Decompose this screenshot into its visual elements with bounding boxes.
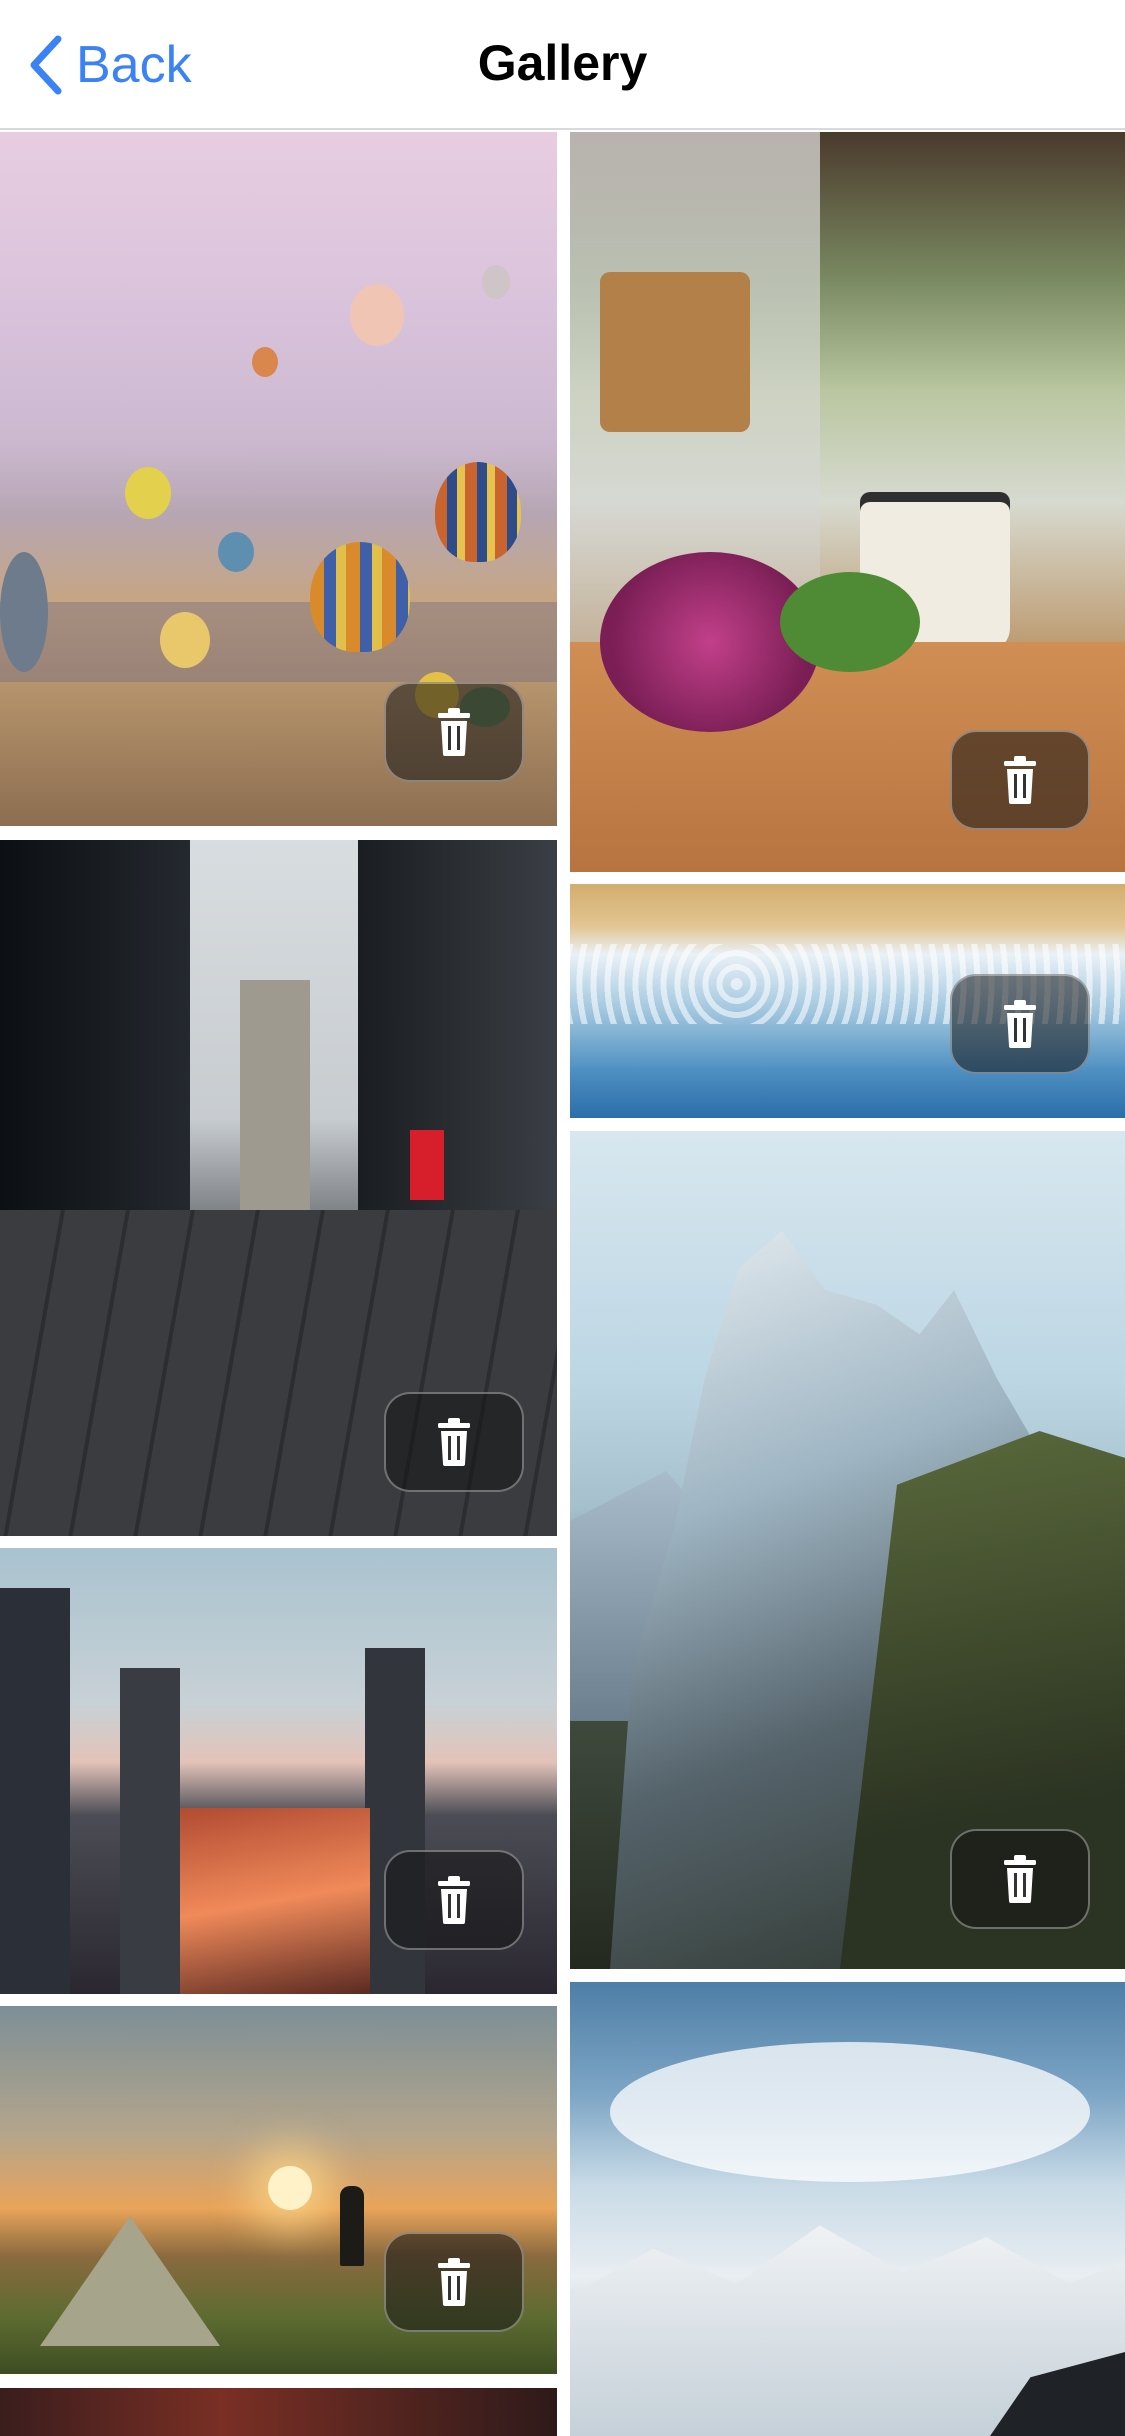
trash-icon xyxy=(438,1876,470,1924)
delete-button[interactable] xyxy=(384,2232,524,2332)
photo-snowy-mountains-cockpit[interactable] xyxy=(570,1982,1125,2436)
photo-hot-air-balloons[interactable] xyxy=(0,132,557,826)
photo-city-street-tower[interactable] xyxy=(0,840,557,1536)
page-title: Gallery xyxy=(477,35,648,91)
delete-button[interactable] xyxy=(384,1850,524,1950)
delete-button[interactable] xyxy=(950,974,1090,1074)
photo-city-skyline-night[interactable] xyxy=(0,1548,557,1994)
delete-button[interactable] xyxy=(950,730,1090,830)
delete-button[interactable] xyxy=(384,682,524,782)
delete-button[interactable] xyxy=(384,1392,524,1492)
photo-tent-sunrise[interactable] xyxy=(0,2006,557,2374)
delete-button[interactable] xyxy=(950,1829,1090,1929)
photo-mountain-cliff[interactable] xyxy=(570,1131,1125,1969)
photo-coffee-and-flowers[interactable] xyxy=(570,132,1125,872)
trash-icon xyxy=(438,2258,470,2306)
photo-ocean-waves[interactable] xyxy=(570,884,1125,1118)
photo-partial[interactable] xyxy=(0,2388,557,2436)
trash-icon xyxy=(438,708,470,756)
trash-icon xyxy=(438,1418,470,1466)
navigation-bar: Back Gallery xyxy=(0,0,1125,130)
trash-icon xyxy=(1004,756,1036,804)
trash-icon xyxy=(1004,1855,1036,1903)
trash-icon xyxy=(1004,1000,1036,1048)
